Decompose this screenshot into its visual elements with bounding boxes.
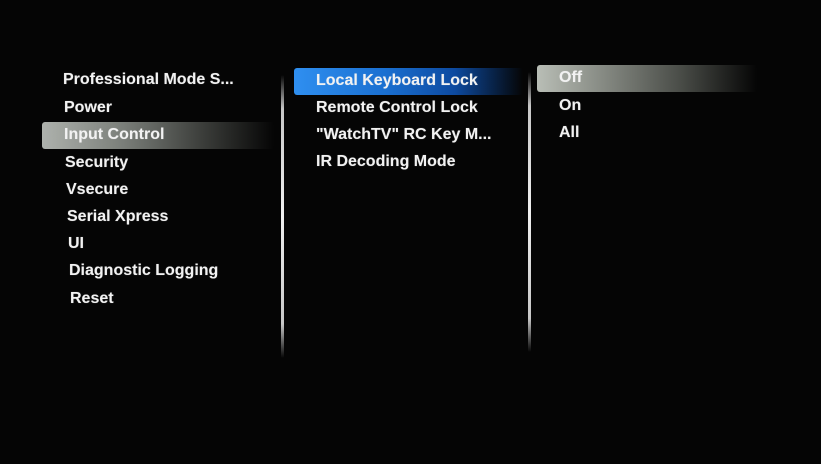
menu-item-local-keyboard-lock[interactable]: Local Keyboard Lock [316, 69, 478, 93]
menu-item-label: Local Keyboard Lock [316, 72, 478, 89]
menu-item-label: Professional Mode S... [63, 71, 234, 88]
menu-item-label: Input Control [64, 126, 165, 143]
tv-settings-screen: Professional Mode S... Power Input Contr… [0, 0, 821, 464]
menu-item-label: IR Decoding Mode [316, 153, 456, 170]
menu-item-label: Diagnostic Logging [69, 262, 219, 279]
menu-item-vsecure[interactable]: Vsecure [66, 178, 128, 202]
column-divider-right [528, 72, 531, 352]
menu-item-label: Security [65, 154, 129, 171]
menu-item-professional-mode[interactable]: Professional Mode S... [63, 68, 234, 92]
option-on[interactable]: On [559, 94, 581, 118]
menu-item-power[interactable]: Power [64, 96, 112, 120]
option-label: On [559, 97, 582, 114]
column-divider-left [281, 75, 284, 358]
menu-item-ui[interactable]: UI [68, 232, 84, 256]
option-label: Off [559, 69, 583, 86]
menu-item-diagnostic-logging[interactable]: Diagnostic Logging [69, 259, 218, 283]
left-menu: Professional Mode S... Power Input Contr… [0, 0, 280, 464]
menu-item-label: Serial Xpress [67, 208, 169, 225]
menu-item-input-control[interactable]: Input Control [64, 123, 164, 147]
option-all[interactable]: All [559, 121, 579, 145]
menu-item-label: Remote Control Lock [316, 99, 478, 116]
menu-item-label: Reset [70, 290, 114, 307]
menu-item-serial-xpress[interactable]: Serial Xpress [67, 205, 168, 229]
option-label: All [559, 124, 580, 141]
menu-item-remote-control-lock[interactable]: Remote Control Lock [316, 96, 478, 120]
menu-item-watchtv-rc-key[interactable]: "WatchTV" RC Key M... [316, 123, 491, 147]
menu-item-reset[interactable]: Reset [70, 287, 114, 311]
menu-item-label: "WatchTV" RC Key M... [316, 126, 492, 143]
menu-item-security[interactable]: Security [65, 151, 128, 175]
menu-item-label: Power [64, 99, 113, 116]
menu-item-label: UI [68, 235, 84, 252]
option-off[interactable]: Off [559, 66, 582, 90]
menu-item-label: Vsecure [66, 181, 129, 198]
menu-item-ir-decoding-mode[interactable]: IR Decoding Mode [316, 150, 456, 174]
